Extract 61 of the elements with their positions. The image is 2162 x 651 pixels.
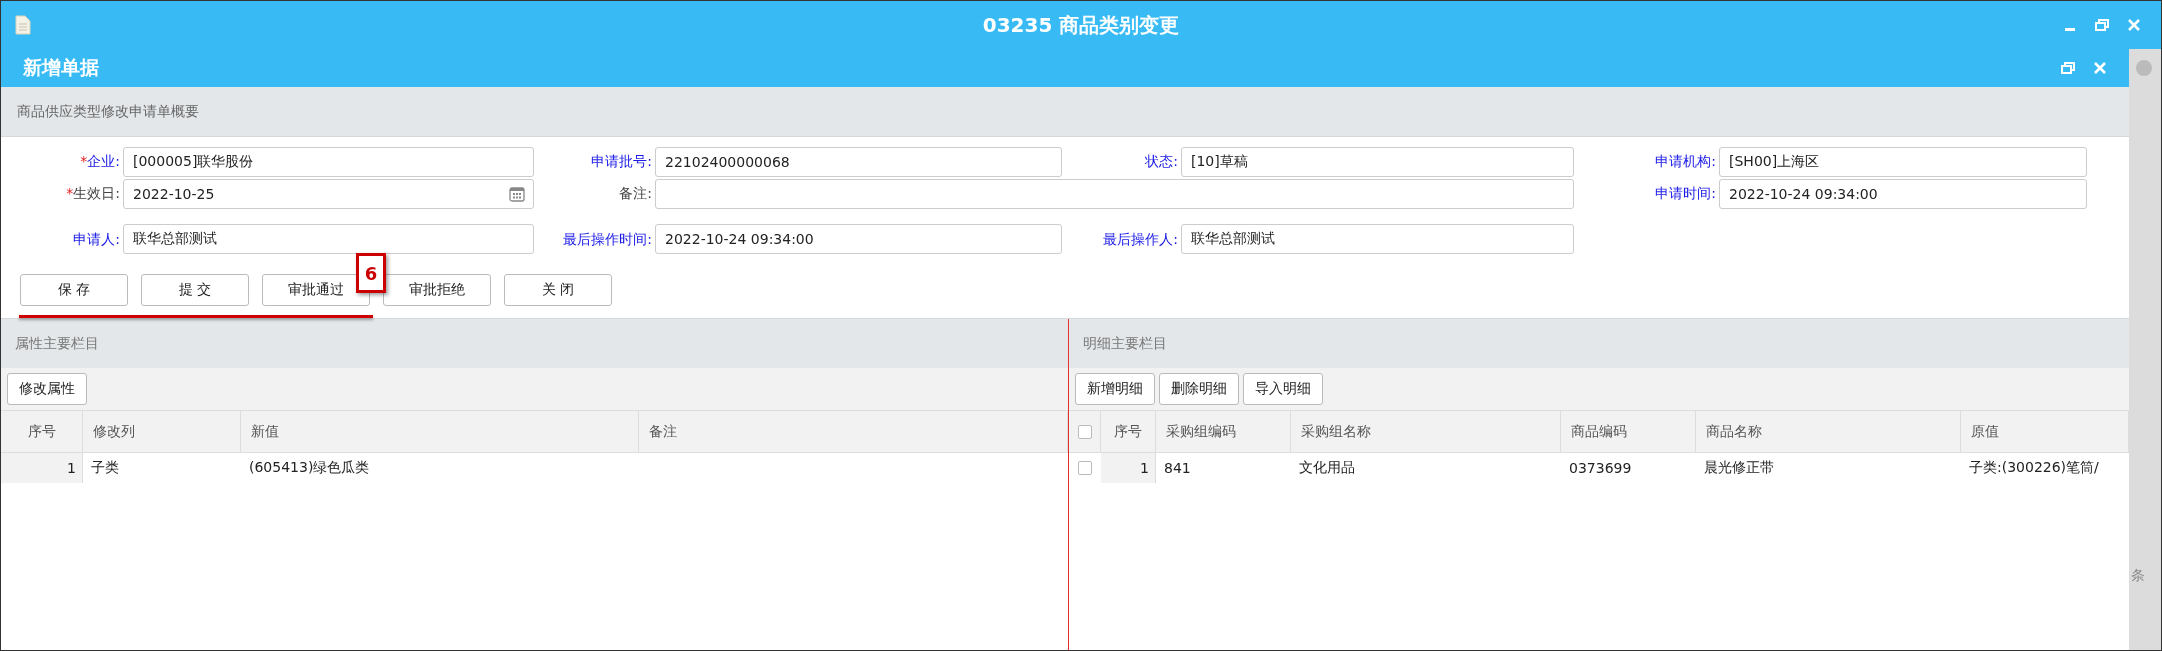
strip-text: 条 <box>2131 567 2145 585</box>
table-cell-text: 子类:(300226)笔筒/ <box>1968 458 2100 477</box>
action-button[interactable]: 保 存 <box>20 274 128 306</box>
field-label: *企业: <box>80 153 121 171</box>
input-field[interactable]: 22102400000068 <box>655 147 1062 177</box>
row-number: 1 <box>1 453 83 483</box>
toolbar-button[interactable]: 新增明细 <box>1075 373 1155 405</box>
table-cell-text: 子类 <box>90 458 120 477</box>
panel-title: 属性主要栏目 <box>15 334 99 353</box>
table-cell-text: 0373699 <box>1568 459 1633 478</box>
column-header[interactable]: 序号 <box>1101 411 1156 453</box>
row-number: 1 <box>1101 453 1156 483</box>
action-button[interactable]: 关 闭 <box>504 274 612 306</box>
circle-icon <box>2135 59 2153 77</box>
panel-title: 明细主要栏目 <box>1083 334 1167 353</box>
field-label: 最后操作人: <box>1103 230 1179 249</box>
input-field[interactable]: [000005]联华股份 <box>123 147 534 177</box>
field-label: 申请时间: <box>1655 185 1717 203</box>
table-cell-text: 晨光修正带 <box>1703 458 1775 477</box>
calendar-icon[interactable] <box>509 186 525 202</box>
field-label: 备注: <box>619 185 653 203</box>
input-field[interactable]: 联华总部测试 <box>123 224 534 254</box>
section-title: 商品供应类型修改申请单概要 <box>17 102 199 121</box>
field-label: 申请批号: <box>591 153 653 171</box>
action-button[interactable]: 提 交 <box>141 274 249 306</box>
input-field[interactable]: 2022-10-24 09:34:00 <box>655 224 1062 254</box>
field-label: 最后操作时间: <box>563 230 653 249</box>
date-field[interactable]: 2022-10-25 <box>123 179 534 209</box>
toolbar-button[interactable]: 删除明细 <box>1159 373 1239 405</box>
dialog-title: 新增单据 <box>23 55 99 80</box>
field-label: 申请机构: <box>1655 153 1717 171</box>
input-field[interactable]: [10]草稿 <box>1181 147 1574 177</box>
action-button[interactable]: 审批拒绝 <box>383 274 491 306</box>
field-label: 申请人: <box>73 230 121 249</box>
input-field[interactable]: 联华总部测试 <box>1181 224 1574 254</box>
table-cell-text: 841 <box>1163 459 1192 478</box>
field-label: *生效日: <box>66 185 121 203</box>
restore-icon[interactable] <box>2093 16 2111 34</box>
column-header[interactable]: 商品编码 <box>1561 411 1696 453</box>
window-title: 03235 商品类别变更 <box>982 12 1180 37</box>
restore-icon[interactable] <box>2059 59 2077 77</box>
checkbox[interactable] <box>1078 461 1092 475</box>
column-header[interactable]: 序号 <box>1 411 83 453</box>
column-header[interactable]: 采购组名称 <box>1291 411 1561 453</box>
document-icon <box>15 15 31 35</box>
column-header[interactable]: 备注 <box>639 411 1068 453</box>
table-cell-text: (605413)绿色瓜类 <box>248 458 371 477</box>
toolbar-button[interactable]: 导入明细 <box>1243 373 1323 405</box>
input-field[interactable]: 2022-10-24 09:34:00 <box>1719 179 2087 209</box>
column-header[interactable]: 采购组编码 <box>1156 411 1291 453</box>
field-label: 状态: <box>1145 153 1179 171</box>
input-field[interactable]: [SH00]上海区 <box>1719 147 2087 177</box>
checkbox[interactable] <box>1077 424 1092 439</box>
remarks-field[interactable] <box>655 179 1574 209</box>
column-header[interactable]: 修改列 <box>83 411 241 453</box>
column-header[interactable]: 原值 <box>1961 411 2129 453</box>
toolbar-button[interactable]: 修改属性 <box>7 373 87 405</box>
table-cell-text: 文化用品 <box>1298 458 1356 477</box>
column-header[interactable]: 新值 <box>241 411 639 453</box>
annotation-badge: 6 <box>356 253 386 293</box>
column-header[interactable]: 商品名称 <box>1696 411 1961 453</box>
